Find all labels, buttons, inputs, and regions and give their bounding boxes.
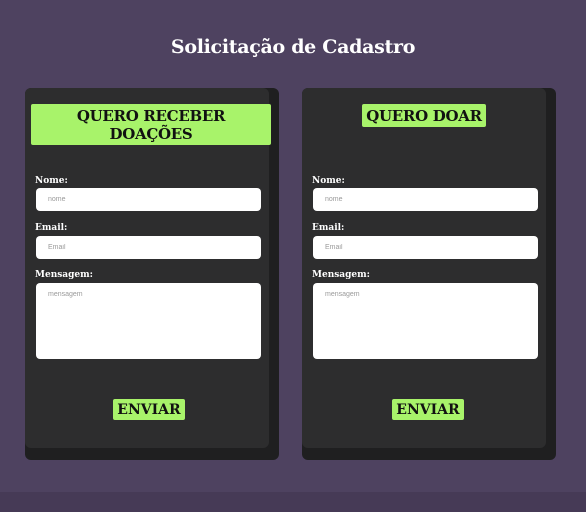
name-input[interactable] xyxy=(313,188,538,211)
submit-wrap: ENVIAR xyxy=(27,399,271,420)
message-textarea[interactable] xyxy=(36,283,261,359)
email-input[interactable] xyxy=(36,236,261,259)
page-title: Solicitação de Cadastro xyxy=(170,36,416,58)
form-title: QUERO DOAR xyxy=(362,104,486,127)
donate-form: QUERO DOAR Nome: Email: Mensagem: ENVIAR xyxy=(302,88,546,448)
form-title-wrap: QUERO DOAR xyxy=(306,104,542,127)
email-label: Email: xyxy=(312,223,345,233)
name-input[interactable] xyxy=(36,188,261,211)
receive-donations-form: QUERO RECEBER DOAÇÕES Nome: Email: Mensa… xyxy=(25,88,271,448)
footer-bar xyxy=(0,492,586,512)
email-label: Email: xyxy=(35,223,68,233)
message-label: Mensagem: xyxy=(35,270,93,280)
message-label: Mensagem: xyxy=(312,270,370,280)
message-textarea[interactable] xyxy=(313,283,538,359)
form-title-wrap: QUERO RECEBER DOAÇÕES xyxy=(31,104,271,145)
submit-wrap: ENVIAR xyxy=(306,399,550,420)
submit-button[interactable]: ENVIAR xyxy=(113,399,185,420)
name-label: Nome: xyxy=(312,176,345,186)
name-label: Nome: xyxy=(35,176,68,186)
submit-button[interactable]: ENVIAR xyxy=(392,399,464,420)
form-title: QUERO RECEBER DOAÇÕES xyxy=(31,104,271,145)
email-input[interactable] xyxy=(313,236,538,259)
